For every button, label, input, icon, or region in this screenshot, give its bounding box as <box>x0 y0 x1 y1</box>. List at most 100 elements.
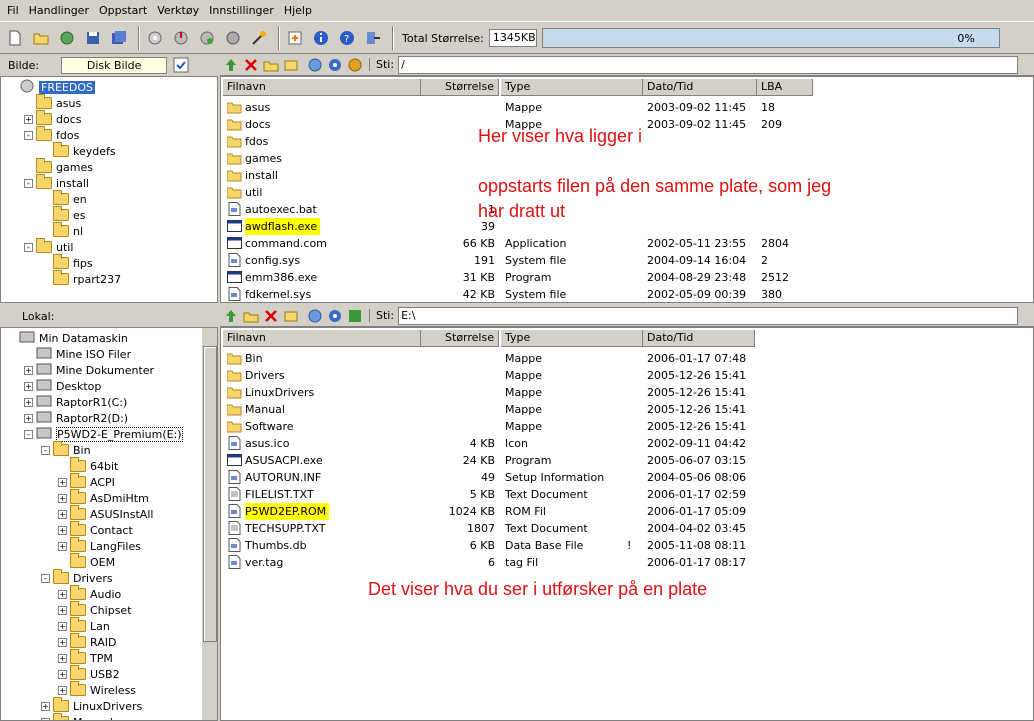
menu-hjelp[interactable]: Hjelp <box>279 1 317 21</box>
delete-icon[interactable] <box>243 57 259 73</box>
tree-node[interactable]: es <box>41 206 86 223</box>
column-header[interactable]: Type <box>501 330 643 347</box>
tree-node[interactable]: - install <box>24 174 89 191</box>
tree-node[interactable]: keydefs <box>41 142 116 159</box>
file-row[interactable]: Drivers Mappe 2005-12-26 15:41 <box>221 367 1033 384</box>
delete-icon[interactable] <box>263 308 279 324</box>
file-row[interactable]: asus Mappe 2003-09-02 11:45 18 <box>221 99 1033 116</box>
file-row[interactable]: awdflash.exe 39 <box>221 218 1033 235</box>
tree-node[interactable]: + AsDmiHtm <box>58 489 149 506</box>
collapse-icon[interactable]: - <box>24 429 33 439</box>
expand-icon[interactable]: + <box>58 685 67 695</box>
tree-node[interactable]: en <box>41 190 87 207</box>
file-row[interactable]: AUTORUN.INF 49 Setup Information 2004-05-06… <box>221 469 1033 486</box>
refresh-button[interactable] <box>56 27 78 49</box>
file-row[interactable]: emm386.exe 31 KB Program 2004-08-29 23:48 25… <box>221 269 1033 286</box>
image-path-input[interactable]: / <box>398 55 1019 74</box>
menu-oppstart[interactable]: Oppstart <box>94 1 152 21</box>
new-folder-icon[interactable] <box>263 57 279 73</box>
up-arrow-icon[interactable] <box>223 308 239 324</box>
refresh-icon[interactable] <box>347 57 363 73</box>
expand-icon[interactable]: + <box>41 701 50 711</box>
tree-node[interactable]: + Lan <box>58 617 110 634</box>
column-header[interactable]: LBA <box>757 79 813 96</box>
tree-node[interactable]: + RaptorR1(C:) <box>24 394 127 410</box>
tree-node[interactable]: + RAID <box>58 633 116 650</box>
mount-button[interactable] <box>196 27 218 49</box>
tree-node[interactable]: asus <box>24 94 81 111</box>
file-row[interactable]: command.com 66 KB Application 2002-05-11 23… <box>221 235 1033 252</box>
file-row[interactable]: config.sys 191 System file 2004-09-14 16:04… <box>221 252 1033 269</box>
expand-icon[interactable]: + <box>58 637 67 647</box>
tree-node[interactable]: + Desktop <box>24 378 101 394</box>
save-button[interactable] <box>82 27 104 49</box>
extract-button[interactable] <box>170 27 192 49</box>
file-row[interactable]: asus.ico 4 KB Icon 2002-09-11 04:42 <box>221 435 1033 452</box>
tree-node[interactable]: - util <box>24 238 73 255</box>
expand-icon[interactable]: + <box>58 669 67 679</box>
tree-node[interactable]: + docs <box>24 110 82 127</box>
up-arrow-icon[interactable] <box>223 57 239 73</box>
info-button[interactable] <box>310 27 332 49</box>
exit-button[interactable] <box>362 27 384 49</box>
disk-image-button[interactable]: Disk Bilde <box>61 56 168 74</box>
tree-node[interactable]: + USB2 <box>58 665 120 682</box>
expand-icon[interactable]: + <box>58 477 67 487</box>
tree-node[interactable]: + LinuxDrivers <box>41 697 142 714</box>
tree-node[interactable]: + TPM <box>58 649 113 666</box>
local-path-input[interactable]: E:\ <box>398 306 1019 325</box>
column-header[interactable]: Filnavn <box>223 330 421 347</box>
file-row[interactable]: TECHSUPP.TXT 1807 Text Document 2004-04-02 … <box>221 520 1033 537</box>
file-row[interactable]: fdkernel.sys 42 KB System file 2002-05-09 0… <box>221 286 1033 302</box>
collapse-icon[interactable]: - <box>24 178 33 188</box>
tree-node[interactable]: 64bit <box>58 457 118 474</box>
tree-node[interactable]: + Mine Dokumenter <box>24 362 154 378</box>
compress-button[interactable] <box>222 27 244 49</box>
expand-icon[interactable]: + <box>58 605 67 615</box>
column-header[interactable]: Filnavn <box>223 79 421 96</box>
tree-scrollbar[interactable] <box>201 328 217 720</box>
collapse-icon[interactable]: - <box>41 445 50 455</box>
column-header[interactable]: Dato/Tid <box>643 330 755 347</box>
tree-node[interactable]: - Drivers <box>41 569 113 586</box>
expand-icon[interactable]: + <box>24 397 33 407</box>
tree-node[interactable]: FREEDOS <box>7 79 95 95</box>
file-row[interactable]: Software Mappe 2005-12-26 15:41 <box>221 418 1033 435</box>
expand-icon[interactable]: + <box>24 365 33 375</box>
expand-icon[interactable]: + <box>41 717 50 720</box>
tree-node[interactable]: + RaptorR2(D:) <box>24 410 128 426</box>
tree-node[interactable]: + Chipset <box>58 601 132 618</box>
save-as-button[interactable] <box>108 27 130 49</box>
expand-icon[interactable]: + <box>58 621 67 631</box>
file-row[interactable]: ASUSACPI.exe 24 KB Program 2005-06-07 03:15 <box>221 452 1033 469</box>
collapse-icon[interactable]: - <box>41 573 50 583</box>
file-row[interactable]: autoexec.bat 1 <box>221 201 1033 218</box>
menu-handlinger[interactable]: Handlinger <box>24 1 94 21</box>
tree-node[interactable]: Mine ISO Filer <box>24 346 131 362</box>
tree-node[interactable]: - Bin <box>41 441 91 458</box>
tree-node[interactable]: + Contact <box>58 521 133 538</box>
checklist-icon[interactable] <box>173 57 189 73</box>
wizard-button[interactable] <box>248 27 270 49</box>
tree-node[interactable]: + ASUSInstAll <box>58 505 153 522</box>
open-folder-button[interactable] <box>30 27 52 49</box>
column-header[interactable]: Størrelse <box>421 79 499 96</box>
file-row[interactable]: Manual Mappe 2005-12-26 15:41 <box>221 401 1033 418</box>
tree-node[interactable]: - P5WD2-E_Premium(E:) <box>24 426 183 442</box>
tree-node[interactable]: + Wireless <box>58 681 136 698</box>
scrollbar-thumb[interactable] <box>203 346 217 642</box>
file-row[interactable]: games <box>221 150 1033 167</box>
tree-node[interactable]: + ACPI <box>58 473 115 490</box>
expand-icon[interactable]: + <box>58 541 67 551</box>
menu-fil[interactable]: Fil <box>2 1 24 21</box>
file-row[interactable]: ver.tag 6 tag Fil 2006-01-17 08:17 <box>221 554 1033 571</box>
tree-node[interactable]: Min Datamaskin <box>7 330 128 346</box>
column-header[interactable]: Dato/Tid <box>643 79 757 96</box>
menu-verktoy[interactable]: Verktøy <box>152 1 204 21</box>
tree-node[interactable]: games <box>24 158 93 175</box>
tree-node[interactable]: OEM <box>58 553 115 570</box>
file-row[interactable]: LinuxDrivers Mappe 2005-12-26 15:41 <box>221 384 1033 401</box>
expand-icon[interactable]: + <box>58 525 67 535</box>
file-row[interactable]: FILELIST.TXT 5 KB Text Document 2006-01-17 … <box>221 486 1033 503</box>
file-row[interactable]: P5WD2EP.ROM 1024 KB ROM Fil 2006-01-17 05:0… <box>221 503 1033 520</box>
